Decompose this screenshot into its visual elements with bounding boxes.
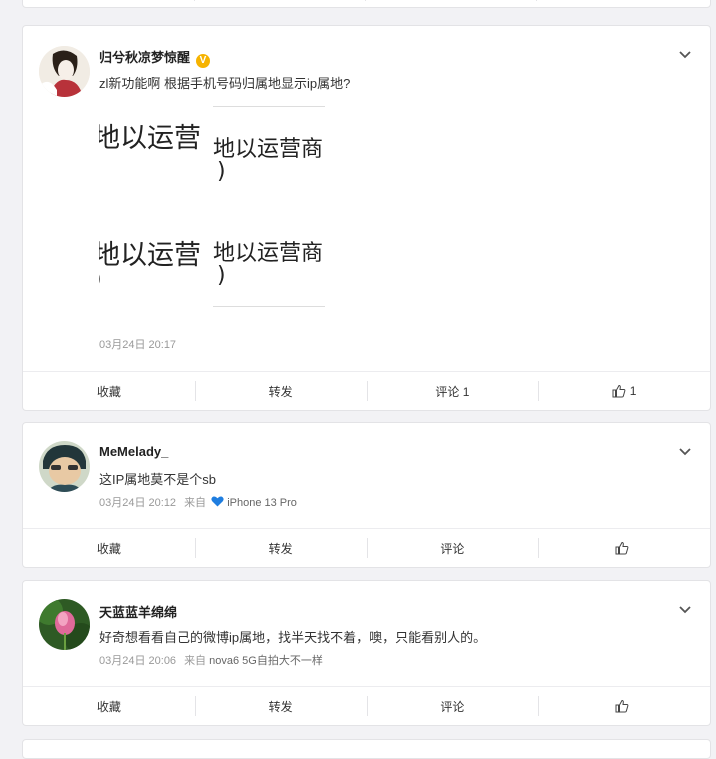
image-text: ) — [217, 263, 226, 288]
favorite-label: 收藏 — [96, 384, 121, 399]
username[interactable]: 归兮秋凉梦惊醒 V — [99, 47, 211, 68]
image-text: ) — [217, 159, 226, 184]
repost-label: 转发 — [268, 699, 293, 714]
image-text: 地以运营商 — [213, 137, 324, 162]
image-thumbnail[interactable]: 地以运营 ) — [99, 207, 211, 306]
comment-text: zl新功能啊 根据手机号码归属地显示ip属地? — [99, 76, 351, 91]
comment-label: 评论 — [440, 699, 465, 714]
previous-card-action-bar — [22, 0, 711, 8]
comment-meta: 03月24日 20:12 来自 iPhone 13 Pro — [99, 494, 297, 510]
comment-button[interactable]: 评论 1 — [366, 372, 539, 410]
favorite-button[interactable]: 收藏 — [23, 372, 195, 410]
favorite-label: 收藏 — [96, 699, 121, 714]
comment-meta: 03月24日 20:06 来自 nova6 5G自拍大不一样 — [99, 652, 323, 668]
like-button[interactable] — [538, 529, 710, 567]
verified-badge-icon: V — [196, 54, 211, 68]
favorite-button[interactable]: 收藏 — [23, 687, 195, 725]
comment-button[interactable]: 评论 — [366, 687, 539, 725]
timestamp: 03月24日 20:17 — [99, 339, 177, 351]
comment-card: 归兮秋凉梦惊醒 V zl新功能啊 根据手机号码归属地显示ip属地? 地以运营 地以… — [22, 25, 711, 411]
avatar[interactable] — [39, 599, 90, 650]
username[interactable]: 天蓝蓝羊绵绵 — [99, 602, 177, 621]
divider — [194, 0, 195, 1]
repost-button[interactable]: 转发 — [194, 687, 367, 725]
comment-label: 评论 1 — [435, 384, 470, 399]
timestamp: 03月24日 20:06 — [99, 655, 177, 667]
next-card-top — [22, 739, 711, 759]
avatar[interactable] — [39, 46, 90, 97]
image-text: 地以运营商 — [213, 241, 324, 266]
action-bar: 收藏 转发 评论 — [23, 686, 710, 725]
image-text: 地以运营 — [99, 123, 201, 154]
like-count: 1 — [629, 384, 637, 398]
device-name[interactable]: iPhone 13 Pro — [227, 497, 297, 509]
heart-icon — [211, 496, 224, 507]
chevron-down-icon[interactable] — [678, 447, 692, 457]
comment-text: 这IP属地莫不是个sb — [99, 472, 217, 487]
username-text[interactable]: 归兮秋凉梦惊醒 — [99, 50, 190, 65]
image-text: 地以运营 — [99, 240, 201, 271]
repost-label: 转发 — [268, 541, 293, 556]
chevron-down-icon[interactable] — [678, 50, 692, 60]
thumbs-up-icon — [615, 699, 629, 713]
divider — [365, 0, 366, 1]
username[interactable]: MeMelady_ — [99, 444, 168, 459]
avatar[interactable] — [39, 441, 90, 492]
image-thumbnail[interactable]: 地以运营商 ) — [213, 106, 325, 206]
repost-button[interactable]: 转发 — [194, 372, 367, 410]
divider — [536, 0, 537, 1]
action-bar: 收藏 转发 评论 1 1 — [23, 371, 710, 410]
like-button[interactable]: 1 — [538, 372, 710, 410]
source-label: 来自 — [184, 655, 207, 667]
image-thumbnail[interactable]: 地以运营商 ) — [213, 207, 325, 307]
thumbs-up-icon — [615, 541, 629, 555]
device-name[interactable]: nova6 5G自拍大不一样 — [209, 655, 323, 667]
chevron-down-icon[interactable] — [678, 605, 692, 615]
comment-label: 评论 — [440, 541, 465, 556]
timestamp: 03月24日 20:12 — [99, 497, 177, 509]
comment-card: 天蓝蓝羊绵绵 好奇想看看自己的微博ip属地，找半天找不着，噢，只能看别人的。 0… — [22, 580, 711, 726]
repost-label: 转发 — [268, 384, 293, 399]
favorite-label: 收藏 — [96, 541, 121, 556]
thumbs-up-icon — [612, 384, 626, 398]
image-grid[interactable]: 地以运营 地以运营商 ) 地以运营 ) 地以运营商 ) — [99, 106, 325, 307]
comment-card: MeMelady_ 这IP属地莫不是个sb 03月24日 20:12 来自 iPh… — [22, 422, 711, 568]
comment-text: 好奇想看看自己的微博ip属地，找半天找不着，噢，只能看别人的。 — [99, 630, 487, 645]
image-text: ) — [99, 267, 102, 292]
source-label: 来自 — [184, 497, 207, 509]
comment-button[interactable]: 评论 — [366, 529, 539, 567]
action-bar: 收藏 转发 评论 — [23, 528, 710, 567]
comment-meta: 03月24日 20:17 — [99, 336, 176, 352]
image-thumbnail[interactable]: 地以运营 — [99, 106, 211, 205]
repost-button[interactable]: 转发 — [194, 529, 367, 567]
favorite-button[interactable]: 收藏 — [23, 529, 195, 567]
like-button[interactable] — [538, 687, 710, 725]
